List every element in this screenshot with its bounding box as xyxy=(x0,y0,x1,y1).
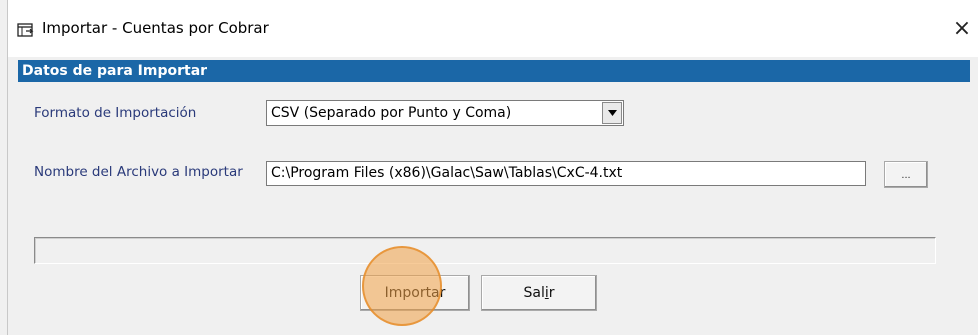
title-bar: Importar - Cuentas por Cobrar × xyxy=(8,0,978,57)
format-label: Formato de Importación xyxy=(34,105,197,121)
salir-button[interactable]: Salir xyxy=(481,275,597,311)
file-path-value: C:\Program Files (x86)\Galac\Saw\Tablas\… xyxy=(271,165,623,181)
salir-label-prefix: Sal xyxy=(523,285,545,301)
window-table-icon xyxy=(17,22,35,38)
salir-label-suffix: r xyxy=(548,285,555,301)
window-title: Importar - Cuentas por Cobrar xyxy=(42,19,269,37)
format-select-value: CSV (Separado por Punto y Coma) xyxy=(271,105,512,121)
file-path-input[interactable]: C:\Program Files (x86)\Galac\Saw\Tablas\… xyxy=(266,161,866,186)
import-dialog: Importar - Cuentas por Cobrar × Datos de… xyxy=(7,0,978,335)
file-label: Nombre del Archivo a Importar xyxy=(34,164,243,180)
close-icon: × xyxy=(952,16,972,41)
dropdown-arrow-button[interactable] xyxy=(602,102,622,124)
section-header: Datos de para Importar xyxy=(18,60,970,82)
triangle-down-icon xyxy=(608,110,617,116)
format-select[interactable]: CSV (Separado por Punto y Coma) xyxy=(266,100,624,126)
progress-bar xyxy=(34,237,936,264)
browse-button[interactable]: ... xyxy=(884,161,928,188)
importar-button[interactable]: Importar xyxy=(360,275,470,311)
close-button[interactable]: × xyxy=(946,14,978,44)
